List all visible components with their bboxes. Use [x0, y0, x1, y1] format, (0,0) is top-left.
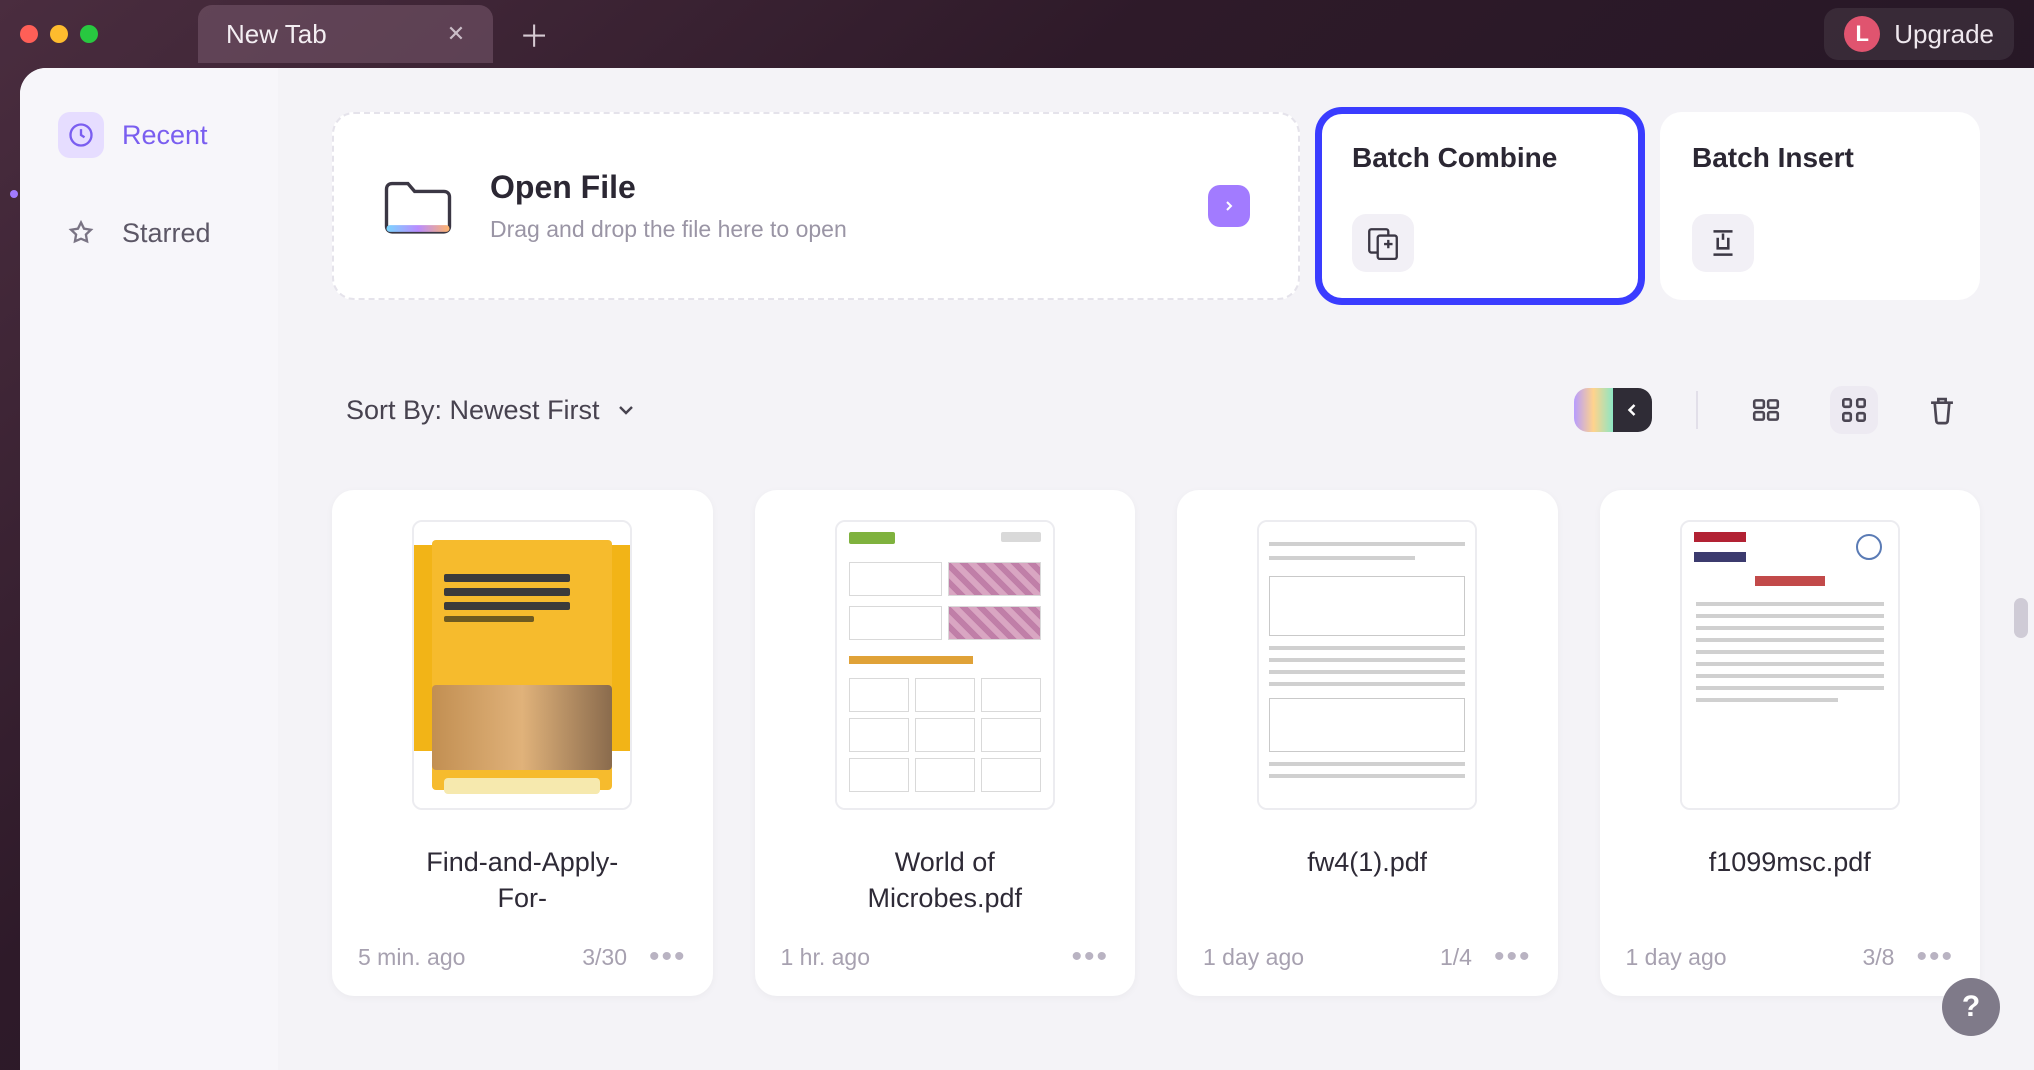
- file-thumbnail: [1257, 520, 1477, 810]
- file-name: Find-and-Apply-For-: [402, 844, 642, 918]
- top-actions-row: Open File Drag and drop the file here to…: [332, 112, 1980, 300]
- window-controls: [20, 25, 98, 43]
- file-card[interactable]: Find-and-Apply-For- 5 min. ago 3/30 •••: [332, 490, 713, 996]
- insert-pages-icon: [1692, 214, 1754, 272]
- file-card[interactable]: World of Microbes.pdf 1 hr. ago •••: [755, 490, 1136, 996]
- upgrade-label: Upgrade: [1894, 19, 1994, 50]
- toolbar-separator: [1696, 391, 1698, 429]
- sidebar-item-recent[interactable]: Recent: [44, 102, 254, 168]
- open-file-arrow-button[interactable]: [1208, 185, 1250, 227]
- more-icon[interactable]: •••: [649, 940, 687, 974]
- view-list-button[interactable]: [1742, 386, 1790, 434]
- more-icon[interactable]: •••: [1071, 940, 1109, 974]
- more-icon[interactable]: •••: [1494, 940, 1532, 974]
- star-icon: [58, 210, 104, 256]
- folder-icon: [382, 175, 454, 237]
- list-toolbar: Sort By: Newest First: [332, 386, 1980, 434]
- close-icon[interactable]: ✕: [447, 21, 465, 47]
- file-pages: 3/8: [1863, 944, 1895, 971]
- file-pages: 3/30: [582, 944, 627, 971]
- file-name: fw4(1).pdf: [1307, 844, 1427, 918]
- avatar: L: [1844, 16, 1880, 52]
- action-card-title: Batch Insert: [1692, 142, 1948, 174]
- browser-tab-new[interactable]: New Tab ✕: [198, 5, 493, 63]
- new-tab-button[interactable]: ＋: [519, 12, 549, 56]
- sidebar: Recent Starred: [20, 68, 278, 1070]
- sort-label: Sort By: Newest First: [346, 395, 600, 426]
- combine-pages-icon: [1352, 214, 1414, 272]
- file-thumbnail: [412, 520, 632, 810]
- file-card[interactable]: fw4(1).pdf 1 day ago 1/4 •••: [1177, 490, 1558, 996]
- file-time: 1 day ago: [1203, 944, 1304, 971]
- file-pages: 1/4: [1440, 944, 1472, 971]
- open-file-subtitle: Drag and drop the file here to open: [490, 216, 847, 243]
- scrollbar-thumb[interactable]: [2014, 598, 2028, 638]
- sort-dropdown[interactable]: Sort By: Newest First: [346, 395, 638, 426]
- file-grid: Find-and-Apply-For- 5 min. ago 3/30 •••: [332, 490, 1980, 996]
- window-titlebar: New Tab ✕ ＋ L Upgrade: [0, 0, 2034, 68]
- tab-title: New Tab: [226, 19, 327, 50]
- decorative-dot: [10, 190, 18, 198]
- sidebar-item-label: Recent: [122, 120, 208, 151]
- clock-icon: [58, 112, 104, 158]
- action-card-title: Batch Combine: [1352, 142, 1608, 174]
- more-icon[interactable]: •••: [1916, 940, 1954, 974]
- file-name: World of Microbes.pdf: [825, 844, 1065, 918]
- file-time: 1 hr. ago: [781, 944, 871, 971]
- chevron-down-icon: [614, 398, 638, 422]
- color-filter-chip[interactable]: [1574, 388, 1652, 432]
- delete-button[interactable]: [1918, 386, 1966, 434]
- file-time: 5 min. ago: [358, 944, 465, 971]
- open-file-title: Open File: [490, 169, 847, 206]
- file-thumbnail: [835, 520, 1055, 810]
- help-glyph: ?: [1962, 990, 1980, 1024]
- app-surface: Recent Starred Open File Drag and drop t…: [20, 68, 2034, 1070]
- sidebar-item-label: Starred: [122, 218, 211, 249]
- view-grid-button[interactable]: [1830, 386, 1878, 434]
- file-thumbnail: [1680, 520, 1900, 810]
- help-button[interactable]: ?: [1942, 978, 2000, 1036]
- main-content: Open File Drag and drop the file here to…: [278, 68, 2034, 1070]
- window-close-button[interactable]: [20, 25, 38, 43]
- action-card-batch-insert[interactable]: Batch Insert: [1660, 112, 1980, 300]
- open-file-dropzone[interactable]: Open File Drag and drop the file here to…: [332, 112, 1300, 300]
- upgrade-button[interactable]: L Upgrade: [1824, 8, 2014, 60]
- tab-strip: New Tab ✕ ＋: [198, 0, 549, 68]
- file-time: 1 day ago: [1626, 944, 1727, 971]
- action-card-batch-combine[interactable]: Batch Combine: [1320, 112, 1640, 300]
- chevron-left-icon: [1622, 400, 1642, 420]
- sidebar-item-starred[interactable]: Starred: [44, 200, 254, 266]
- file-card[interactable]: f1099msc.pdf 1 day ago 3/8 •••: [1600, 490, 1981, 996]
- window-zoom-button[interactable]: [80, 25, 98, 43]
- file-name: f1099msc.pdf: [1709, 844, 1871, 918]
- window-minimize-button[interactable]: [50, 25, 68, 43]
